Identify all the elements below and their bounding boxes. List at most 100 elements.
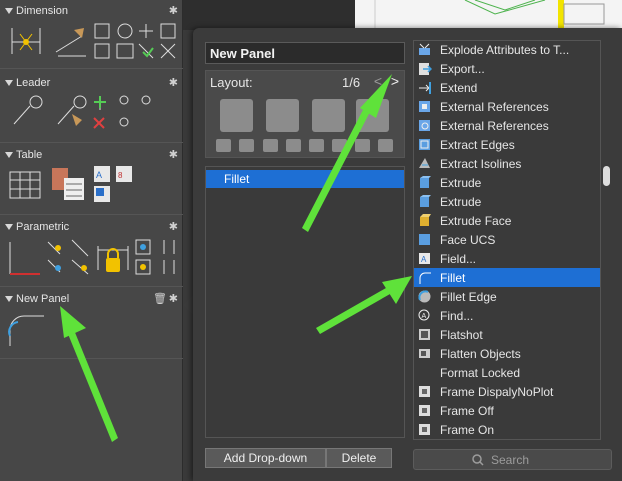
list-item[interactable]: Extract Isolines bbox=[414, 154, 600, 173]
layout-tile-small[interactable] bbox=[263, 139, 278, 152]
list-item[interactable]: A Find... bbox=[414, 306, 600, 325]
collapse-triangle-icon[interactable] bbox=[5, 80, 13, 86]
list-item[interactable]: Export... bbox=[414, 59, 600, 78]
customize-panel-popup: Layout: 1/6 < > Fillet Add Drop-down Del… bbox=[193, 28, 622, 481]
search-icon bbox=[472, 454, 484, 466]
quick-dimension-tool[interactable] bbox=[52, 22, 88, 58]
list-item[interactable]: Face UCS bbox=[414, 230, 600, 249]
extract-isolines-icon bbox=[419, 158, 430, 168]
table-tools-grid[interactable]: A 8 bbox=[92, 164, 136, 208]
section-title: Table bbox=[16, 149, 43, 161]
list-item[interactable]: Format Locked bbox=[414, 363, 600, 382]
fillet-tool[interactable] bbox=[6, 312, 46, 348]
collapse-triangle-icon[interactable] bbox=[5, 224, 13, 230]
delete-button[interactable]: Delete bbox=[326, 448, 392, 468]
list-item[interactable]: Extrude bbox=[414, 192, 600, 211]
list-item[interactable]: Extend bbox=[414, 78, 600, 97]
section-header-dimension[interactable]: Dimension ✱ bbox=[0, 4, 183, 20]
constraint-tools-grid[interactable] bbox=[44, 238, 94, 278]
gear-icon[interactable]: ✱ bbox=[169, 4, 178, 18]
geometric-constraint-tool[interactable] bbox=[6, 238, 42, 278]
list-item[interactable]: Explode Attributes to T... bbox=[414, 41, 600, 59]
search-input[interactable]: Search bbox=[413, 449, 612, 470]
parametric-tools-grid[interactable] bbox=[134, 238, 180, 278]
leader-tools-grid[interactable] bbox=[92, 94, 158, 134]
extrude-icon bbox=[420, 176, 431, 188]
collapse-triangle-icon[interactable] bbox=[5, 296, 13, 302]
popup-caret bbox=[183, 295, 193, 315]
svg-text:A: A bbox=[421, 255, 427, 264]
list-item[interactable]: Frame Off bbox=[414, 401, 600, 420]
frame-icon bbox=[419, 424, 430, 435]
list-item[interactable]: External References bbox=[414, 97, 600, 116]
layout-selector: Layout: 1/6 < > bbox=[205, 70, 405, 158]
list-item[interactable]: External References bbox=[414, 116, 600, 135]
section-header-table[interactable]: Table ✱ bbox=[0, 148, 183, 164]
frame-icon bbox=[419, 386, 430, 397]
svg-text:8: 8 bbox=[118, 171, 123, 180]
list-item[interactable]: Extract Edges bbox=[414, 135, 600, 154]
layout-tile-small[interactable] bbox=[286, 139, 301, 152]
list-item[interactable]: Fillet bbox=[206, 170, 404, 188]
dimension-tools-grid[interactable] bbox=[93, 22, 179, 62]
leader-tool[interactable] bbox=[8, 94, 44, 130]
gear-icon[interactable]: ✱ bbox=[169, 148, 178, 162]
collapse-triangle-icon[interactable] bbox=[5, 152, 13, 158]
scrollbar-thumb[interactable] bbox=[603, 166, 610, 186]
list-item[interactable]: Flatshot bbox=[414, 325, 600, 344]
drawing-area-dark bbox=[183, 0, 355, 30]
list-item[interactable]: A Field... bbox=[414, 249, 600, 268]
gear-icon[interactable]: ✱ bbox=[169, 292, 178, 306]
list-item[interactable]: Extrude Face bbox=[414, 211, 600, 230]
extract-edges-icon bbox=[419, 139, 430, 150]
section-header-new-panel[interactable]: New Panel 🗑 ✱ bbox=[0, 292, 183, 308]
field-icon: A bbox=[419, 253, 430, 264]
leader-style-tool[interactable] bbox=[52, 94, 88, 130]
layout-tile-small[interactable] bbox=[378, 139, 393, 152]
panel-commands-list: Fillet bbox=[205, 166, 405, 438]
attribute-extraction-tool[interactable] bbox=[50, 166, 86, 202]
layout-page-indicator: 1/6 bbox=[342, 75, 361, 90]
layout-tile-small[interactable] bbox=[332, 139, 347, 152]
panel-name-input[interactable] bbox=[205, 42, 405, 64]
layout-tile-large[interactable] bbox=[312, 99, 345, 132]
dimensional-constraint-tool[interactable] bbox=[96, 238, 132, 278]
fillet-icon bbox=[419, 272, 431, 284]
layout-tile-large[interactable] bbox=[220, 99, 253, 132]
add-dropdown-button[interactable]: Add Drop-down bbox=[205, 448, 326, 468]
layout-tile-small[interactable] bbox=[355, 139, 370, 152]
xref-search-icon bbox=[419, 120, 430, 131]
search-placeholder: Search bbox=[491, 453, 530, 467]
extrude-icon bbox=[420, 195, 431, 207]
collapse-triangle-icon[interactable] bbox=[5, 8, 13, 14]
gear-icon[interactable]: ✱ bbox=[169, 220, 178, 234]
section-divider bbox=[0, 358, 183, 359]
layout-tile-small[interactable] bbox=[216, 139, 231, 152]
drawing-canvas bbox=[355, 0, 622, 28]
trash-icon[interactable]: 🗑 bbox=[153, 292, 167, 306]
list-item[interactable]: Extrude bbox=[414, 173, 600, 192]
layout-tile-large[interactable] bbox=[266, 99, 299, 132]
section-header-leader[interactable]: Leader ✱ bbox=[0, 76, 183, 92]
layout-tile-small[interactable] bbox=[239, 139, 254, 152]
linear-dimension-tool[interactable] bbox=[8, 22, 44, 58]
gear-icon[interactable]: ✱ bbox=[169, 76, 178, 90]
section-divider bbox=[0, 142, 183, 143]
svg-text:A: A bbox=[422, 313, 427, 320]
list-item[interactable]: Frame DispalyNoPlot bbox=[414, 382, 600, 401]
next-layout-button[interactable]: > bbox=[388, 73, 402, 89]
list-item[interactable]: Fillet Edge bbox=[414, 287, 600, 306]
drawing-lines bbox=[374, 0, 605, 28]
list-item-selected[interactable]: Fillet bbox=[414, 268, 600, 287]
layout-tile-small[interactable] bbox=[309, 139, 324, 152]
section-header-parametric[interactable]: Parametric ✱ bbox=[0, 220, 183, 236]
table-tool[interactable] bbox=[8, 170, 42, 200]
flatten-objects-icon bbox=[419, 349, 430, 358]
list-item[interactable]: Flatten Objects bbox=[414, 344, 600, 363]
section-divider bbox=[0, 214, 183, 215]
list-item[interactable]: Frame On bbox=[414, 420, 600, 439]
xref-icon bbox=[419, 101, 430, 112]
previous-layout-button[interactable]: < bbox=[371, 73, 385, 89]
extend-icon bbox=[419, 82, 431, 94]
layout-tile-large[interactable] bbox=[356, 99, 389, 132]
